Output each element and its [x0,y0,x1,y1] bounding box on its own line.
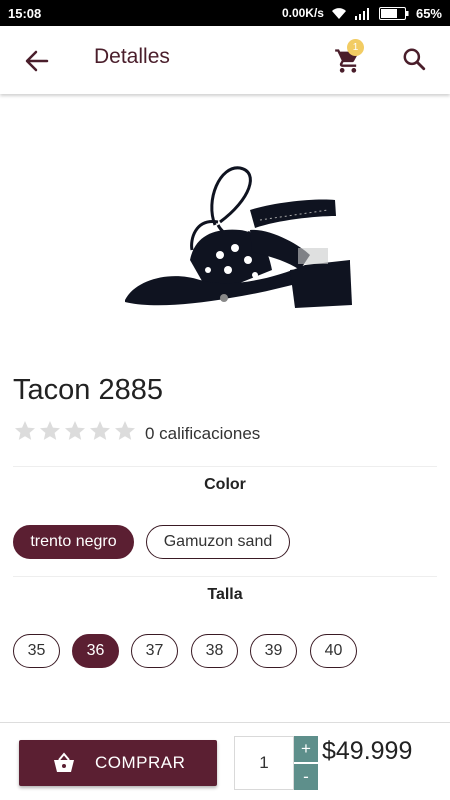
color-option-trento-negro[interactable]: trento negro [13,525,134,559]
quantity-input[interactable]: 1 [234,736,294,790]
color-section-title: Color [204,476,246,493]
signal-icon [354,7,372,20]
size-section-title: Talla [207,586,243,603]
battery-icon [378,6,409,20]
star-icon [40,421,60,440]
size-option-36[interactable]: 36 [72,634,119,668]
divider [13,466,437,467]
search-button[interactable] [401,46,431,76]
size-option-37[interactable]: 37 [131,634,178,668]
star-icon [15,421,35,440]
quantity-increase-button[interactable]: + [294,736,318,762]
search-icon [403,48,426,71]
divider [13,576,437,577]
page-title: Detalles [94,45,170,68]
buy-label: COMPRAR [95,753,186,772]
status-indicators: 0.00K/s 65% [282,6,442,21]
arrow-back-icon [25,50,49,72]
product-name: Tacon 2885 [13,374,163,406]
back-button[interactable] [22,46,52,76]
rating-stars [13,419,137,443]
star-icon [65,421,85,440]
status-time: 15:08 [8,5,42,21]
size-option-40[interactable]: 40 [310,634,357,668]
size-option-35[interactable]: 35 [13,634,60,668]
purchase-bar: COMPRAR 1 + - $49.999 [0,722,450,800]
rating-count: 0 calificaciones [145,424,261,443]
basket-icon [54,752,74,772]
color-option-gamuzon-sand[interactable]: Gamuzon sand [146,525,290,559]
size-option-39[interactable]: 39 [250,634,297,668]
rating[interactable]: 0 calificaciones [13,418,260,444]
quantity-decrease-button[interactable]: - [294,764,318,790]
sandal-image [125,166,352,308]
wifi-icon [331,7,347,20]
buy-button[interactable]: COMPRAR [19,740,217,786]
battery-level: 65% [415,5,442,21]
size-option-38[interactable]: 38 [191,634,238,668]
status-bar: 15:08 0.00K/s 65% [0,0,450,26]
product-price: $49.999 [322,737,413,765]
star-icon [90,421,110,440]
app-bar: Detalles 1 [0,26,450,94]
cart-badge: 1 [347,39,364,56]
network-speed: 0.00K/s [281,6,324,20]
product-image[interactable] [100,120,360,340]
star-icon [115,421,135,440]
